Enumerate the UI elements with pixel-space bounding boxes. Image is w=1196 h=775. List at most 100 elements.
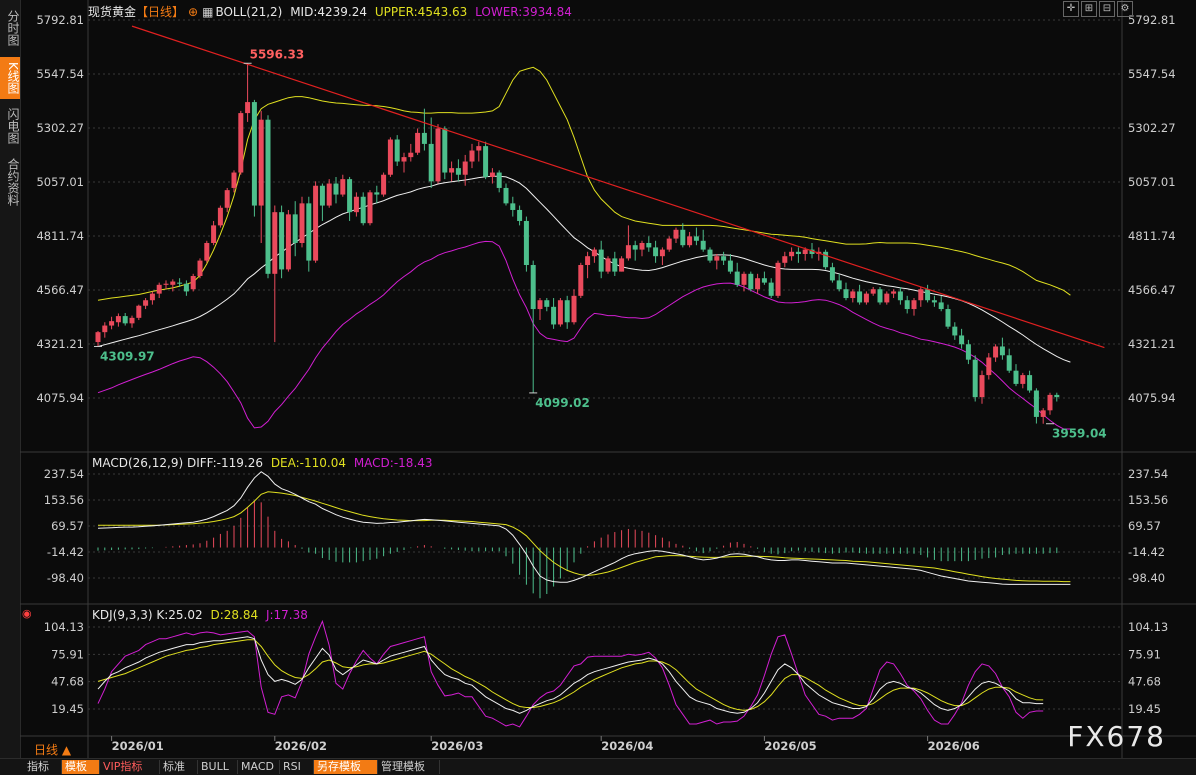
candle-body — [585, 256, 591, 266]
x-tick-label: 2026/01 — [112, 739, 164, 753]
candle-body — [95, 332, 101, 343]
candle-body — [557, 300, 563, 325]
period-label[interactable]: 【日线】 — [136, 5, 184, 19]
boll-mid-line — [97, 175, 1071, 363]
zoom-in-icon[interactable]: ⊞ — [1081, 1, 1097, 17]
candle-body — [619, 258, 625, 272]
x-tick-label: 2026/02 — [275, 739, 327, 753]
crosshair-icon[interactable]: ✛ — [1063, 1, 1079, 17]
candle-body — [904, 300, 910, 310]
close-pane-icon[interactable]: ◉ — [22, 607, 32, 620]
y-tick-right: 5547.54 — [1128, 67, 1176, 81]
candle-body — [421, 132, 427, 144]
macd-name[interactable]: MACD(26,12,9) — [92, 456, 183, 470]
zoom-out-icon[interactable]: ⊟ — [1099, 1, 1115, 17]
candle-body — [523, 220, 529, 266]
candle-body — [1020, 375, 1026, 384]
y-tick-left: 69.57 — [51, 519, 84, 533]
candle-body — [170, 281, 176, 285]
boll-upper-value: UPPER:4543.63 — [374, 5, 468, 19]
y-tick-left: 4075.94 — [36, 391, 84, 405]
boll-indicator-name[interactable]: BOLL(21,2) — [215, 5, 282, 19]
y-tick-left: -98.40 — [47, 571, 84, 585]
candle-body — [761, 278, 767, 283]
y-tick-left: 19.45 — [51, 702, 84, 716]
main-chart-header: 现货黄金【日线】 ⊕ ▦ BOLL(21,2) MID:4239.24 UPPER:4… — [88, 3, 572, 20]
kdj-j-value: J:17.38 — [265, 608, 308, 622]
instrument-name: 现货黄金 — [88, 5, 137, 19]
kdj-name[interactable]: KDJ(9,3,3) — [92, 608, 153, 622]
toolbar-tab-1[interactable]: 模板 — [62, 760, 100, 774]
candle-body — [510, 203, 516, 210]
toolbar-tab-7[interactable]: 另存模板 — [314, 760, 378, 774]
candle-body — [999, 346, 1005, 356]
candle-body — [367, 192, 373, 224]
period-selector[interactable]: 日线 ▲ — [34, 741, 71, 758]
y-tick-left: -14.42 — [47, 545, 84, 559]
toolbar-tab-5[interactable]: MACD — [238, 760, 280, 774]
y-tick-right: 104.13 — [1128, 620, 1168, 634]
target-icon[interactable]: ⊕ — [188, 5, 198, 19]
candle-body — [1054, 394, 1060, 398]
candle-body — [823, 251, 829, 268]
candle-body — [646, 242, 652, 248]
toolbar-tab-0[interactable]: 指标 — [24, 760, 62, 774]
candle-body — [551, 306, 557, 325]
y-tick-left: 75.91 — [51, 647, 84, 661]
boll-upper-line — [97, 66, 1071, 301]
candle-body — [979, 375, 985, 398]
candle-body — [959, 335, 965, 345]
macd-dea-value: DEA:-110.04 — [270, 456, 346, 470]
candle-body — [143, 300, 149, 306]
candle-body — [571, 295, 577, 323]
y-tick-right: 237.54 — [1128, 467, 1168, 481]
candle-body — [748, 273, 754, 290]
candle-body — [272, 212, 278, 274]
indicator-toggle-icon[interactable]: ▦ — [202, 5, 213, 19]
candle-body — [857, 291, 863, 303]
x-tick-label: 2026/03 — [431, 739, 483, 753]
candle-body — [918, 289, 924, 301]
toolbar-tab-4[interactable]: BULL — [198, 760, 238, 774]
candle-body — [333, 183, 339, 195]
y-tick-right: 4811.74 — [1128, 229, 1176, 243]
kdj-d-value: D:28.84 — [210, 608, 259, 622]
candle-body — [299, 203, 305, 243]
settings-icon[interactable]: ⚙ — [1117, 1, 1133, 17]
macd-histogram-value: MACD:-18.43 — [353, 456, 433, 470]
y-tick-right: 153.56 — [1128, 493, 1168, 507]
kdj-k-value: K:25.02 — [156, 608, 203, 622]
candle-body — [455, 168, 461, 175]
candle-body — [292, 214, 298, 243]
candle-body — [353, 196, 359, 213]
y-tick-left: 4566.47 — [36, 283, 84, 297]
toolbar-tab-8[interactable]: 管理模板 — [378, 760, 440, 774]
toolbar-tab-3[interactable]: 标准 — [160, 760, 198, 774]
candle-body — [238, 113, 244, 173]
fx678-watermark: FX678 — [1067, 720, 1166, 753]
kdj-j-line — [97, 619, 1044, 728]
candle-body — [517, 209, 523, 221]
candle-body — [374, 192, 380, 195]
candle-body — [632, 245, 638, 250]
candle-body — [605, 258, 611, 272]
y-tick-right: 5792.81 — [1128, 13, 1176, 27]
candle-body — [442, 128, 448, 173]
toolbar-tab-6[interactable]: RSI — [280, 760, 314, 774]
candle-body — [850, 291, 856, 299]
toolbar-tab-2[interactable]: VIP指标 — [100, 760, 160, 774]
y-tick-left: 104.13 — [44, 620, 84, 634]
candle-body — [1013, 370, 1019, 384]
candle-body — [530, 265, 536, 310]
candle-body — [687, 236, 693, 246]
candle-body — [578, 265, 584, 296]
candle-body — [884, 293, 890, 303]
macd-dea-line — [98, 491, 1071, 583]
y-tick-right: -14.42 — [1128, 545, 1165, 559]
candle-body — [741, 273, 747, 285]
y-tick-right: 5057.01 — [1128, 175, 1176, 189]
y-tick-right: 75.91 — [1128, 647, 1161, 661]
price-annotation: 4099.02 — [535, 396, 590, 410]
candle-body — [115, 316, 121, 323]
candle-body — [1006, 355, 1012, 371]
